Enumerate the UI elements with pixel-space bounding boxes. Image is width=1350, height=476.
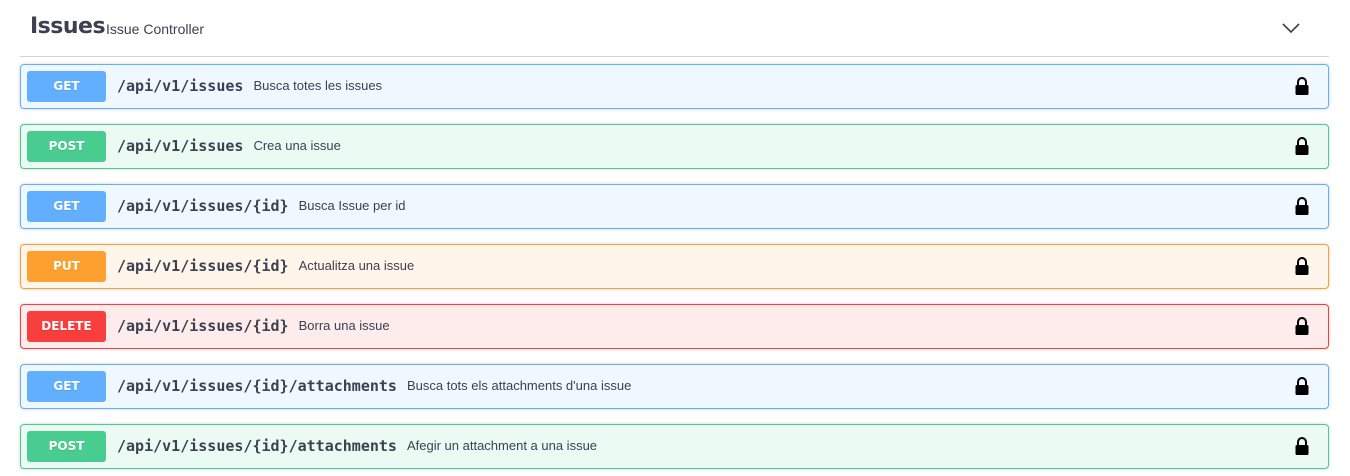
tag-header-issues[interactable]: Issues Issue Controller <box>20 0 1329 57</box>
operation-path: /api/v1/issues/{id} Busca Issue per id <box>117 197 406 215</box>
lock-icon[interactable] <box>1294 316 1310 336</box>
method-badge: DELETE <box>27 311 106 342</box>
operation-summary: Crea una issue <box>253 138 341 153</box>
operation-path: /api/v1/issues/{id} Actualitza una issue <box>117 257 415 275</box>
operation-delete-issue[interactable]: DELETE /api/v1/issues/{id} Borra una issu… <box>20 304 1329 349</box>
issues-section: Issues Issue Controller GET /api/v1/issu… <box>0 0 1350 476</box>
method-badge: POST <box>27 431 106 462</box>
operation-summary: Busca tots els attachments d'una issue <box>406 378 632 393</box>
lock-icon[interactable] <box>1294 76 1310 96</box>
lock-icon[interactable] <box>1294 256 1310 276</box>
method-badge: GET <box>27 71 106 102</box>
operation-summary: Afegir un attachment a una issue <box>406 438 598 453</box>
method-badge: GET <box>27 371 106 402</box>
operation-get-issues[interactable]: GET /api/v1/issues Busca totes les issues <box>20 64 1329 109</box>
operation-path: /api/v1/issues/{id} Borra una issue <box>117 317 390 335</box>
operation-summary: Borra una issue <box>298 318 390 333</box>
operation-path: /api/v1/issues/{id}/attachments Afegir un… <box>117 437 598 455</box>
lock-icon[interactable] <box>1294 196 1310 216</box>
operation-summary: Busca Issue per id <box>298 198 406 213</box>
operation-get-issue-by-id[interactable]: GET /api/v1/issues/{id} Busca Issue per i… <box>20 184 1329 229</box>
lock-icon[interactable] <box>1294 436 1310 456</box>
lock-icon[interactable] <box>1294 376 1310 396</box>
lock-icon[interactable] <box>1294 136 1310 156</box>
tag-title: Issues <box>30 14 106 39</box>
chevron-down-icon[interactable] <box>1281 18 1301 38</box>
operation-summary: Actualitza una issue <box>298 258 415 273</box>
method-badge: PUT <box>27 251 106 282</box>
operation-post-issues[interactable]: POST /api/v1/issues Crea una issue <box>20 124 1329 169</box>
operation-put-issue[interactable]: PUT /api/v1/issues/{id} Actualitza una is… <box>20 244 1329 289</box>
operation-path: /api/v1/issues Crea una issue <box>117 137 341 155</box>
operation-get-attachments[interactable]: GET /api/v1/issues/{id}/attachments Busca… <box>20 364 1329 409</box>
operation-summary: Busca totes les issues <box>253 78 383 93</box>
method-badge: GET <box>27 191 106 222</box>
operation-post-attachment[interactable]: POST /api/v1/issues/{id}/attachments Afeg… <box>20 424 1329 469</box>
method-badge: POST <box>27 131 106 162</box>
tag-description: Issue Controller <box>106 21 205 37</box>
operation-path: /api/v1/issues Busca totes les issues <box>117 77 383 95</box>
operation-path: /api/v1/issues/{id}/attachments Busca tot… <box>117 377 632 395</box>
